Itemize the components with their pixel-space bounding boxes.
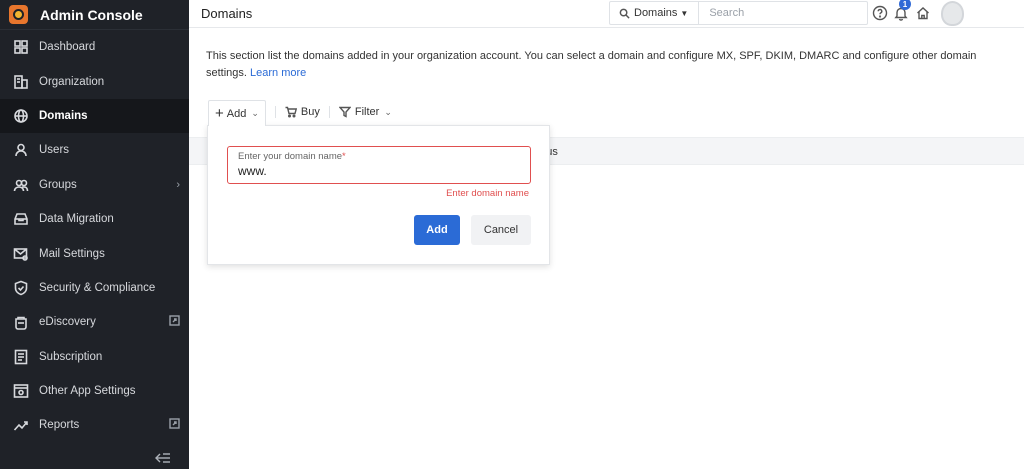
sidebar-item-dashboard[interactable]: Dashboard bbox=[0, 30, 189, 64]
add-button[interactable]: Add bbox=[414, 215, 460, 245]
domain-name-label-text: Enter your domain name bbox=[238, 151, 343, 162]
sidebar-item-data-migration[interactable]: Data Migration bbox=[0, 202, 189, 236]
user-icon bbox=[13, 142, 29, 158]
sidebar-nav: Dashboard Organization Domains Users Gro… bbox=[0, 30, 189, 443]
add-label: Add bbox=[226, 107, 247, 120]
search-icon bbox=[619, 8, 630, 19]
plus-icon: + bbox=[215, 105, 224, 122]
domain-name-label: Enter your domain name* bbox=[238, 151, 346, 162]
subscription-icon bbox=[13, 349, 29, 365]
sidebar-item-label: Groups bbox=[39, 178, 77, 191]
sidebar-header: Admin Console bbox=[0, 0, 189, 30]
cart-icon bbox=[285, 106, 297, 118]
sidebar: Admin Console Dashboard Organization Dom… bbox=[0, 0, 189, 469]
sidebar-item-label: eDiscovery bbox=[39, 316, 96, 329]
chevron-right-icon: › bbox=[176, 178, 180, 191]
domain-name-field[interactable]: Enter your domain name* bbox=[227, 146, 531, 184]
search-input[interactable] bbox=[699, 2, 850, 24]
toolbar-divider bbox=[328, 106, 330, 118]
page-title: Domains bbox=[201, 6, 253, 21]
shield-icon bbox=[13, 280, 29, 296]
sidebar-item-label: Security & Compliance bbox=[39, 281, 156, 294]
sidebar-item-label: Mail Settings bbox=[39, 247, 105, 260]
chevron-down-icon: ⌄ bbox=[384, 106, 392, 117]
sidebar-item-label: Data Migration bbox=[39, 213, 114, 226]
sidebar-item-ediscovery[interactable]: eDiscovery bbox=[0, 305, 189, 339]
sidebar-item-subscription[interactable]: Subscription bbox=[0, 340, 189, 374]
groups-icon bbox=[13, 177, 29, 193]
sidebar-item-label: Reports bbox=[39, 419, 80, 432]
sidebar-item-mail-settings[interactable]: Mail Settings bbox=[0, 236, 189, 270]
app-logo-icon[interactable] bbox=[9, 5, 28, 24]
cancel-button[interactable]: Cancel bbox=[471, 215, 531, 245]
app-settings-icon bbox=[13, 383, 29, 399]
search-scope-dropdown[interactable]: Domains ▼ bbox=[610, 2, 700, 24]
domain-name-error: Enter domain name bbox=[446, 188, 529, 199]
learn-more-link[interactable]: Learn more bbox=[250, 67, 306, 79]
sidebar-item-users[interactable]: Users bbox=[0, 133, 189, 167]
description-text: This section list the domains added in y… bbox=[206, 50, 977, 79]
sidebar-item-other-app-settings[interactable]: Other App Settings bbox=[0, 374, 189, 408]
external-link-icon[interactable] bbox=[169, 418, 180, 432]
buy-label: Buy bbox=[300, 106, 320, 118]
required-mark: * bbox=[342, 151, 346, 162]
external-link-icon[interactable] bbox=[169, 315, 180, 329]
globe-icon bbox=[13, 108, 29, 124]
buy-button[interactable]: Buy bbox=[285, 100, 320, 124]
sidebar-item-security[interactable]: Security & Compliance bbox=[0, 271, 189, 305]
mail-settings-icon bbox=[13, 246, 29, 262]
sidebar-item-label: Organization bbox=[39, 75, 105, 88]
help-icon[interactable] bbox=[872, 5, 888, 21]
toolbar: + Add ⌄ Buy Filter ⌄ bbox=[208, 100, 392, 126]
sidebar-item-label: Other App Settings bbox=[39, 385, 136, 398]
sidebar-item-groups[interactable]: Groups › bbox=[0, 168, 189, 202]
add-domain-popup: Enter your domain name* Enter domain nam… bbox=[207, 125, 550, 265]
domain-name-input[interactable] bbox=[238, 164, 518, 178]
chevron-down-icon: ⌄ bbox=[251, 108, 259, 118]
sidebar-item-reports[interactable]: Reports bbox=[0, 408, 189, 442]
collapse-sidebar-icon[interactable] bbox=[155, 452, 171, 464]
sidebar-item-organization[interactable]: Organization bbox=[0, 64, 189, 98]
search-bar: Domains ▼ bbox=[609, 1, 868, 25]
section-description: This section list the domains added in y… bbox=[206, 48, 996, 82]
sidebar-item-label: Users bbox=[39, 144, 70, 157]
caret-down-icon: ▼ bbox=[680, 8, 689, 18]
add-dropdown-button[interactable]: + Add ⌄ bbox=[208, 100, 266, 126]
avatar[interactable] bbox=[941, 1, 964, 26]
filter-icon bbox=[338, 106, 351, 118]
dashboard-icon bbox=[13, 39, 29, 55]
sidebar-item-label: Domains bbox=[39, 109, 88, 122]
sidebar-item-label: Dashboard bbox=[39, 41, 96, 54]
search-scope-label: Domains bbox=[634, 7, 678, 19]
top-bar: Domains Domains ▼ 1 bbox=[189, 0, 1024, 28]
reports-icon bbox=[13, 417, 29, 433]
toolbar-divider bbox=[274, 106, 276, 118]
app-title: Admin Console bbox=[40, 6, 143, 23]
sidebar-item-domains[interactable]: Domains bbox=[0, 98, 189, 134]
home-icon[interactable] bbox=[915, 5, 931, 21]
filter-label: Filter bbox=[354, 106, 380, 118]
notification-badge: 1 bbox=[899, 0, 911, 10]
organization-icon bbox=[13, 74, 29, 90]
migration-icon bbox=[13, 211, 29, 227]
ediscovery-icon bbox=[13, 314, 29, 331]
sidebar-item-label: Subscription bbox=[39, 350, 103, 363]
filter-dropdown-button[interactable]: Filter ⌄ bbox=[338, 100, 392, 124]
